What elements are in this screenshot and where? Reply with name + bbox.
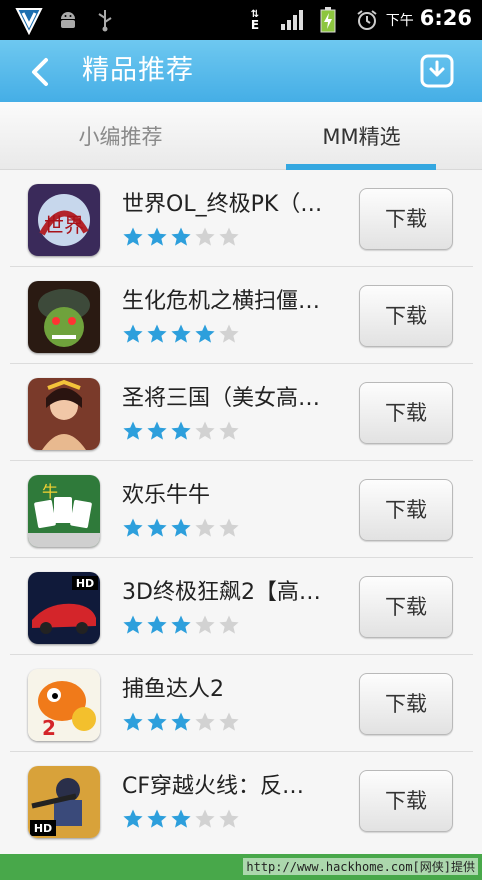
list-item[interactable]: 2 捕鱼达人2 下载: [10, 655, 473, 752]
data-indicator: ⇅ E: [250, 9, 260, 32]
star-filled-icon: [171, 324, 191, 343]
usb-icon: [94, 6, 116, 34]
star-filled-icon: [123, 227, 143, 246]
star-filled-icon: [171, 712, 191, 731]
star-empty-icon: [195, 712, 215, 731]
shield-logo-icon: [12, 6, 46, 35]
tab-bar: 小编推荐 MM精选: [0, 102, 482, 170]
download-button[interactable]: 下载: [359, 188, 453, 250]
star-empty-icon: [195, 421, 215, 440]
app-icon: 世界: [28, 184, 100, 256]
star-empty-icon: [219, 421, 239, 440]
star-empty-icon: [219, 615, 239, 634]
app-icon: [28, 281, 100, 353]
svg-text:HD: HD: [76, 577, 94, 590]
app-icon: HD: [28, 572, 100, 644]
app-icon: HD: [28, 766, 100, 838]
download-button[interactable]: 下载: [359, 382, 453, 444]
tab-mm-selection[interactable]: MM精选: [241, 102, 482, 170]
star-filled-icon: [147, 421, 167, 440]
battery-charging-icon: [318, 6, 338, 34]
download-button[interactable]: 下载: [359, 285, 453, 347]
clock: 下午 6:26: [386, 6, 472, 34]
download-box-icon: [420, 54, 454, 88]
star-filled-icon: [123, 518, 143, 537]
list-item[interactable]: 圣将三国（美女高… 下载: [10, 364, 473, 461]
chevron-left-icon: [32, 58, 48, 86]
svg-text:世界: 世界: [44, 213, 84, 237]
app-name: 欢乐牛牛: [122, 483, 211, 508]
list-item[interactable]: HD 3D终极狂飙2【高… 下载: [10, 558, 473, 655]
app-icon: [28, 378, 100, 450]
clock-ampm: 下午: [385, 13, 414, 29]
rating-stars: [122, 517, 240, 539]
app-name: 捕鱼达人2: [122, 677, 224, 702]
app-name: 圣将三国（美女高…: [122, 386, 321, 411]
star-filled-icon: [171, 518, 191, 537]
rating-stars: [122, 614, 240, 636]
star-filled-icon: [147, 227, 167, 246]
signal-icon: [280, 6, 304, 34]
star-filled-icon: [171, 615, 191, 634]
star-empty-icon: [219, 809, 239, 828]
app-name: 生化危机之横扫僵…: [122, 289, 321, 314]
star-empty-icon: [219, 324, 239, 343]
star-filled-icon: [147, 324, 167, 343]
star-filled-icon: [147, 809, 167, 828]
rating-stars: [122, 226, 240, 248]
footer-bar: http://www.hackhome.com[网侠]提供: [0, 854, 482, 880]
list-item[interactable]: 世界 世界OL_终极PK（… 下载: [10, 170, 473, 267]
title-bar: 精品推荐: [0, 40, 482, 102]
tab-editor-picks[interactable]: 小编推荐: [0, 102, 241, 170]
clock-time: 6:26: [419, 6, 472, 30]
alarm-icon: [354, 6, 380, 34]
star-empty-icon: [195, 809, 215, 828]
star-filled-icon: [147, 615, 167, 634]
watermark: http://www.hackhome.com[网侠]提供: [243, 858, 478, 875]
list-item[interactable]: 生化危机之横扫僵… 下载: [10, 267, 473, 364]
star-filled-icon: [123, 712, 143, 731]
star-filled-icon: [171, 421, 191, 440]
svg-text:HD: HD: [34, 822, 52, 835]
star-filled-icon: [195, 324, 215, 343]
app-name: 世界OL_终极PK（…: [122, 192, 323, 217]
svg-text:牛: 牛: [42, 482, 58, 501]
star-filled-icon: [147, 712, 167, 731]
page-title: 精品推荐: [82, 55, 194, 86]
list-item[interactable]: HD CF穿越火线：反… 下载: [10, 752, 473, 849]
android-icon: [56, 6, 80, 34]
back-button[interactable]: [22, 54, 58, 90]
star-filled-icon: [171, 227, 191, 246]
list-item[interactable]: 牛 欢乐牛牛 下载: [10, 461, 473, 558]
svg-text:2: 2: [42, 716, 56, 740]
app-list[interactable]: 世界 世界OL_终极PK（… 下载 生化危机之横扫僵… 下载 圣将三国（美女高……: [0, 170, 482, 854]
download-button[interactable]: 下载: [359, 673, 453, 735]
star-empty-icon: [195, 518, 215, 537]
star-empty-icon: [195, 227, 215, 246]
rating-stars: [122, 323, 240, 345]
star-empty-icon: [219, 227, 239, 246]
star-empty-icon: [219, 712, 239, 731]
star-filled-icon: [147, 518, 167, 537]
download-button[interactable]: 下载: [359, 576, 453, 638]
star-empty-icon: [195, 615, 215, 634]
rating-stars: [122, 420, 240, 442]
status-bar: ⇅ E 下午 6:26: [0, 0, 482, 40]
download-manager-button[interactable]: [418, 52, 456, 90]
rating-stars: [122, 808, 240, 830]
star-empty-icon: [219, 518, 239, 537]
download-button[interactable]: 下载: [359, 479, 453, 541]
app-name: CF穿越火线：反…: [122, 774, 305, 799]
star-filled-icon: [123, 615, 143, 634]
rating-stars: [122, 711, 240, 733]
download-button[interactable]: 下载: [359, 770, 453, 832]
star-filled-icon: [123, 809, 143, 828]
app-icon: 牛: [28, 475, 100, 547]
star-filled-icon: [123, 421, 143, 440]
star-filled-icon: [171, 809, 191, 828]
app-icon: 2: [28, 669, 100, 741]
star-filled-icon: [123, 324, 143, 343]
app-name: 3D终极狂飙2【高…: [122, 580, 321, 605]
